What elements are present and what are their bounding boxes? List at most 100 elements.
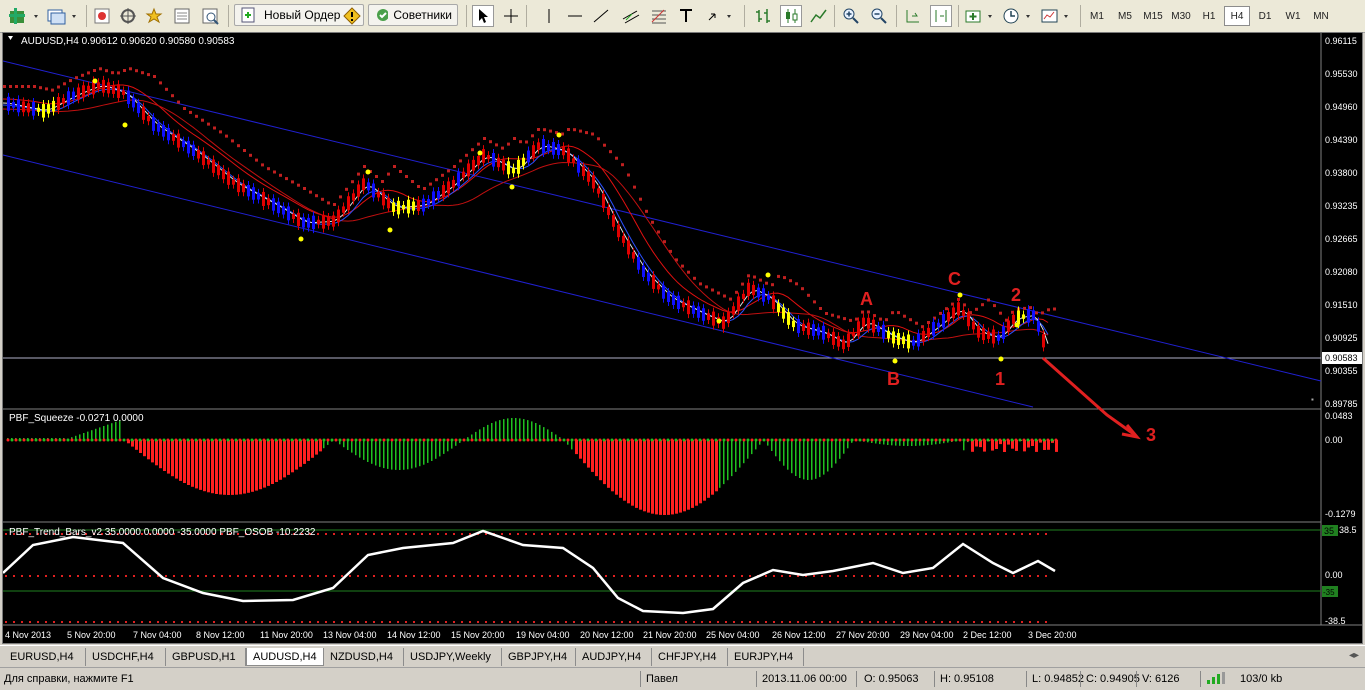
squeeze-dot (978, 438, 982, 442)
auto-scroll-icon[interactable] (902, 5, 924, 27)
tabs-scroll-icon[interactable]: ◂▸ (1349, 650, 1359, 661)
bar-chart-icon[interactable] (752, 5, 774, 27)
candle-body (27, 103, 30, 113)
tester-icon[interactable] (200, 5, 220, 27)
tf-h4[interactable]: H4 (1224, 6, 1250, 26)
chart-tab[interactable]: USDCHF,H4 (86, 648, 166, 666)
upper-dot (981, 303, 984, 307)
tf-h1[interactable]: H1 (1196, 6, 1222, 26)
chart-tab[interactable]: USDJPY,Weekly (404, 648, 502, 666)
osob-dot (749, 533, 751, 535)
osob-dot (901, 533, 903, 535)
squeeze-dot (986, 438, 990, 442)
squeeze-dot (350, 438, 354, 442)
channel-lower-line (2, 154, 1034, 408)
squeeze-dot (1014, 438, 1018, 442)
osob-dot (397, 621, 399, 623)
osob-dot (773, 575, 775, 577)
squeeze-bar (159, 440, 162, 469)
upper-dot (483, 137, 486, 140)
chart-tab[interactable]: EURJPY,H4 (728, 648, 804, 666)
squeeze-dot (590, 438, 594, 442)
osob-dot (573, 621, 575, 623)
squeeze-dot (298, 438, 302, 442)
periods-icon[interactable] (1002, 5, 1036, 27)
tf-mn[interactable]: MN (1308, 6, 1334, 26)
templates-icon[interactable] (1040, 5, 1074, 27)
cursor-icon[interactable] (472, 5, 494, 27)
squeeze-dot (722, 438, 726, 442)
chart-tab[interactable]: CHFJPY,H4 (652, 648, 728, 666)
zoom-in-icon[interactable] (840, 5, 862, 27)
fibonacci-icon[interactable] (648, 5, 670, 27)
squeeze-bar (787, 440, 789, 470)
upper-dot (567, 128, 570, 131)
upper-dot (57, 85, 60, 89)
osob-dot (861, 575, 863, 577)
candle-body (507, 161, 510, 175)
price-chart[interactable]: AUDUSD,H4 0.90612 0.90620 0.90580 0.9058… (2, 33, 1362, 643)
tf-m30[interactable]: M30 (1168, 6, 1194, 26)
market-watch-icon[interactable] (92, 5, 112, 27)
chart-menu-icon[interactable] (8, 36, 13, 40)
crosshair-icon[interactable] (500, 5, 522, 27)
squeeze-dot (650, 438, 654, 442)
tf-m1[interactable]: M1 (1084, 6, 1110, 26)
navigator-icon[interactable] (118, 5, 138, 27)
chart-tab[interactable]: AUDJPY,H4 (576, 648, 652, 666)
chart-window[interactable]: AUDUSD,H4 0.90612 0.90620 0.90580 0.9058… (2, 32, 1363, 644)
osob-dot (821, 621, 823, 623)
chart-header: AUDUSD,H4 0.90612 0.90620 0.90580 0.9058… (21, 36, 235, 47)
osob-dot (909, 621, 911, 623)
squeeze-bar (535, 423, 537, 440)
osob-dot (485, 575, 487, 577)
osob-dot (373, 621, 375, 623)
squeeze-dot (430, 438, 434, 442)
osob-dot (725, 575, 727, 577)
squeeze-dot (894, 438, 898, 442)
favorites-icon[interactable] (144, 5, 164, 27)
osob-dot (165, 575, 167, 577)
zoom-out-icon[interactable] (868, 5, 890, 27)
squeeze-bar (691, 440, 694, 508)
chart-tab[interactable]: EURUSD,H4 (4, 648, 86, 666)
squeeze-bar (175, 440, 178, 479)
tf-m15[interactable]: M15 (1140, 6, 1166, 26)
horizontal-line-icon[interactable] (566, 5, 584, 27)
candle-body (812, 324, 815, 336)
squeeze-bar (303, 440, 306, 464)
tf-m5[interactable]: M5 (1112, 6, 1138, 26)
squeeze-dot (170, 438, 174, 442)
terminal-icon[interactable] (172, 5, 192, 27)
alert-icon[interactable] (342, 5, 362, 27)
chart-tab[interactable]: AUDUSD,H4 (246, 648, 324, 666)
squeeze-dot (106, 438, 110, 442)
chart-shift-icon[interactable] (930, 5, 952, 27)
squeeze-bar (619, 440, 622, 498)
squeeze-dot (134, 438, 138, 442)
tf-d1[interactable]: D1 (1252, 6, 1278, 26)
upper-dot (345, 187, 348, 191)
chart-tab[interactable]: GBPUSD,H1 (166, 648, 246, 666)
text-tool-icon[interactable] (676, 5, 698, 27)
chart-tab[interactable]: GBPJPY,H4 (502, 648, 576, 666)
candle-chart-icon[interactable] (780, 5, 802, 27)
osob-dot (1005, 621, 1007, 623)
tf-w1[interactable]: W1 (1280, 6, 1306, 26)
squeeze-bar (679, 440, 682, 513)
profiles-icon[interactable] (46, 5, 80, 27)
advisors-button[interactable]: Советники (368, 4, 458, 26)
new-chart-icon[interactable] (8, 5, 42, 27)
channel-icon[interactable] (620, 5, 642, 27)
osob-dot (869, 621, 871, 623)
trendline-icon[interactable] (592, 5, 610, 27)
squeeze-dot (302, 438, 306, 442)
arrows-dropdown-icon[interactable] (706, 5, 736, 27)
squeeze-dot (850, 438, 854, 442)
indicators-icon[interactable] (964, 5, 998, 27)
squeeze-dot (62, 438, 66, 442)
squeeze-dot (30, 438, 34, 442)
vertical-line-icon[interactable] (540, 5, 558, 27)
chart-tab[interactable]: NZDUSD,H4 (324, 648, 404, 666)
line-chart-icon[interactable] (808, 5, 830, 27)
